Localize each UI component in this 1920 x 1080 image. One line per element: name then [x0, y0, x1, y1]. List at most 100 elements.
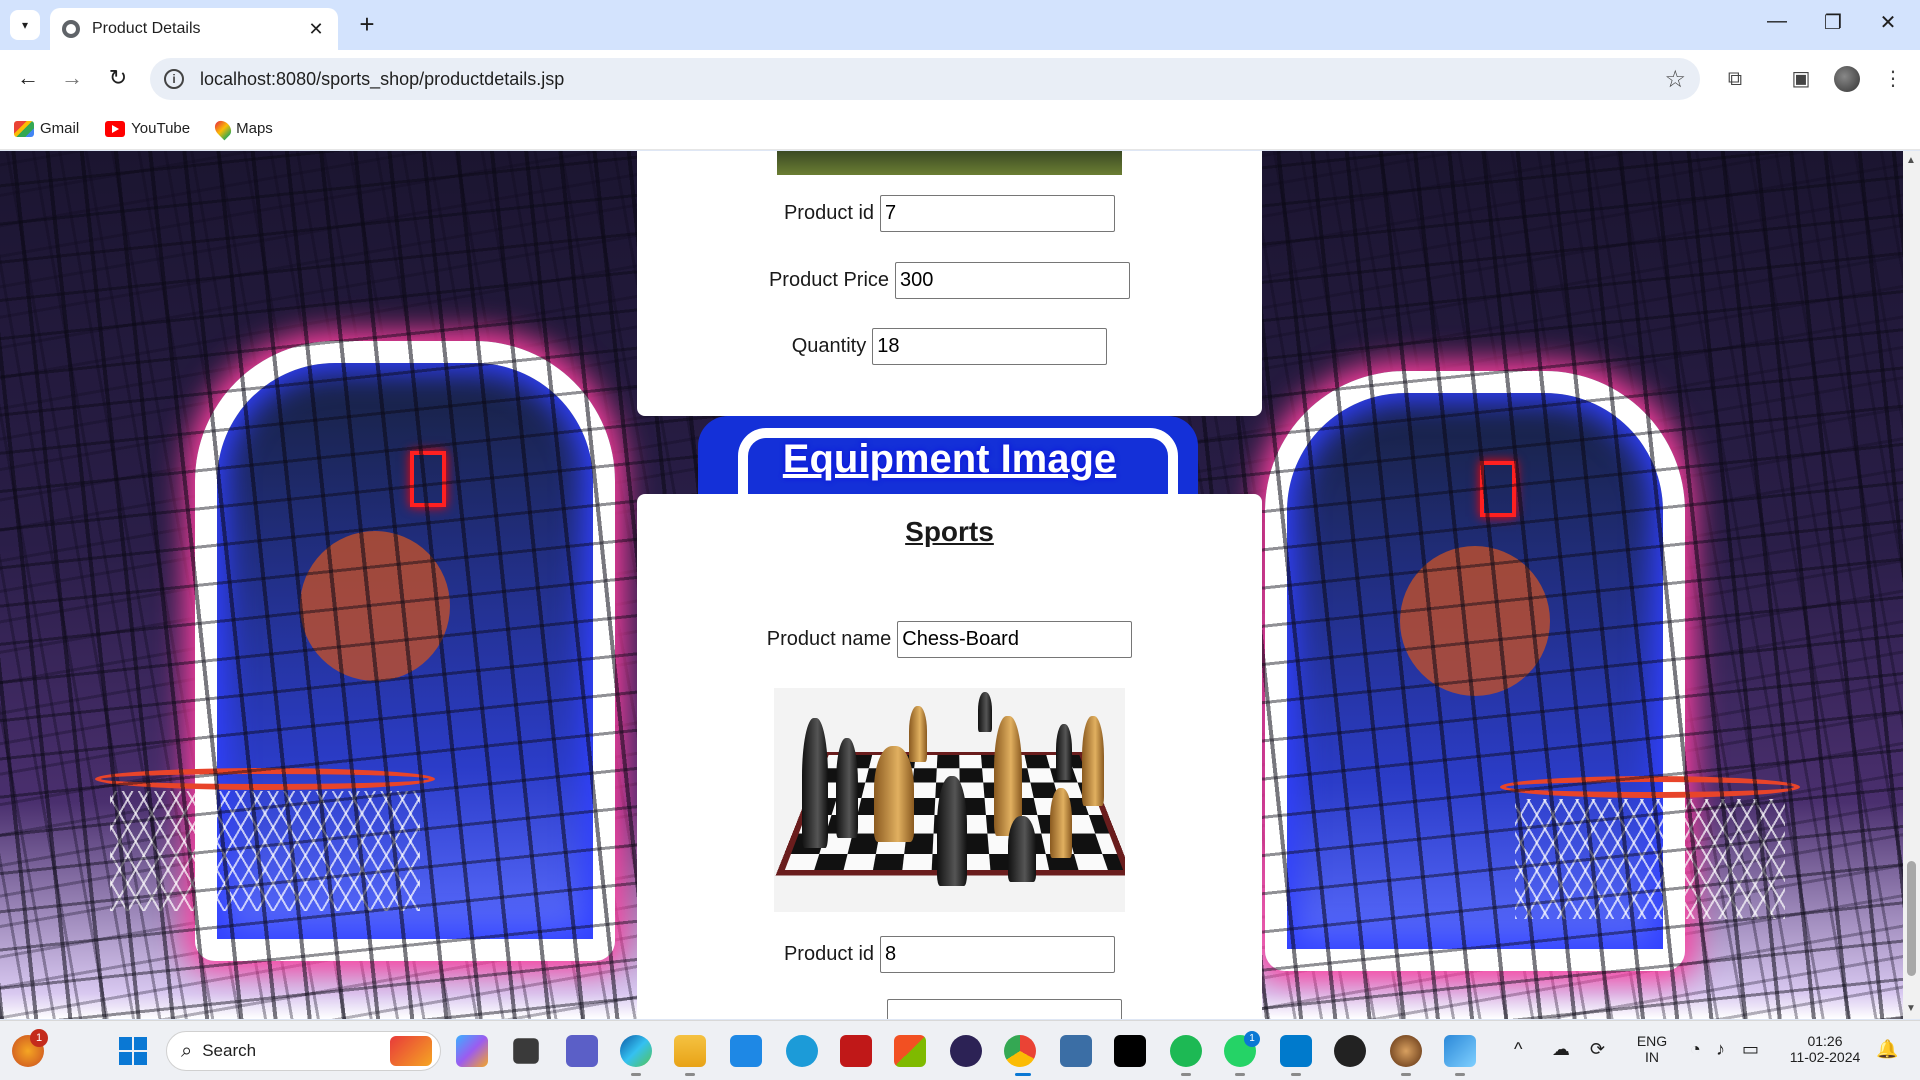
extensions-icon[interactable]: ⧉ [1720, 64, 1750, 94]
product-image-partial [777, 151, 1122, 175]
bookmark-maps[interactable]: Maps [211, 117, 273, 140]
address-bar[interactable]: i localhost:8080/sports_shop/productdeta… [150, 58, 1700, 100]
product-name-label: Product name [766, 628, 892, 650]
background-rim [95, 768, 435, 790]
quantity-row: Quantity [637, 328, 1262, 365]
running-indicator [1291, 1073, 1301, 1076]
background-net [110, 791, 420, 911]
product-id-input[interactable] [880, 195, 1116, 232]
product-price-input[interactable] [895, 262, 1131, 299]
clock[interactable]: 01:26 11-02-2024 [1780, 1033, 1870, 1065]
bookmark-youtube[interactable]: YouTube [105, 120, 190, 137]
vscode-icon[interactable] [1280, 1035, 1312, 1067]
region-code: IN [1645, 1049, 1659, 1065]
site-info-icon[interactable]: i [164, 69, 184, 89]
equipment-image-heading: Equipment Image [782, 437, 1117, 481]
quantity-input[interactable] [872, 328, 1108, 365]
background-ball-logo [300, 531, 450, 681]
spotify-icon[interactable] [1170, 1035, 1202, 1067]
bookmark-gmail[interactable]: Gmail [14, 120, 79, 137]
url-text[interactable]: localhost:8080/sports_shop/productdetail… [200, 69, 1664, 90]
eclipse-icon[interactable] [950, 1035, 982, 1067]
scroll-down-icon[interactable]: ▼ [1906, 1003, 1916, 1014]
running-indicator [631, 1073, 641, 1076]
scroll-thumb[interactable] [1907, 861, 1916, 976]
intellij-icon[interactable] [1114, 1035, 1146, 1067]
language-indicator[interactable]: ENG IN [1632, 1033, 1672, 1065]
battery-icon[interactable]: ▭ [1742, 1039, 1759, 1060]
product-name-row: Product name [637, 621, 1262, 658]
edge-icon[interactable] [620, 1035, 652, 1067]
bookmark-star-icon[interactable]: ☆ [1664, 65, 1686, 94]
running-indicator [685, 1073, 695, 1076]
running-indicator [1401, 1073, 1411, 1076]
game-icon[interactable] [1390, 1035, 1422, 1067]
show-hidden-icons-icon[interactable]: ^ [1514, 1039, 1522, 1060]
chess-piece [802, 718, 828, 848]
next-field-row [637, 999, 1262, 1019]
close-tab-icon[interactable]: ✕ [306, 19, 326, 40]
product-card-top: Product id Product Price Quantity [637, 151, 1262, 416]
chrome-icon[interactable] [1004, 1035, 1036, 1067]
menu-icon[interactable]: ⋮ [1878, 64, 1908, 94]
bookmark-label: YouTube [131, 120, 191, 137]
windows-taskbar: 1 ⌕ Search 1 ^ ☁ ⟳ ENG IN ◔ ♪ ▭ 01:26 11… [0, 1020, 1920, 1080]
clock-time: 01:26 [1807, 1033, 1843, 1049]
category-heading: Sports [905, 516, 994, 547]
onedrive-icon[interactable]: ☁ [1552, 1039, 1570, 1060]
profile-avatar[interactable] [1834, 66, 1860, 92]
quantity-label: Quantity [791, 335, 867, 357]
product-id-input[interactable] [880, 936, 1116, 973]
bookmark-label: Gmail [40, 120, 80, 137]
page-scrollbar[interactable]: ▲ ▼ [1903, 151, 1920, 1019]
bookmark-label: Maps [236, 120, 273, 137]
file-explorer-icon[interactable] [674, 1035, 706, 1067]
forward-button[interactable]: → [56, 62, 88, 94]
help-icon[interactable] [786, 1035, 818, 1067]
browser-toolbar: ← → ↻ i localhost:8080/sports_shop/produ… [0, 50, 1920, 108]
tab-title: Product Details [92, 20, 201, 37]
wifi-icon[interactable]: ◔ [1690, 1039, 1701, 1060]
back-button[interactable]: ← [12, 62, 44, 94]
task-view-icon[interactable] [513, 1038, 539, 1064]
partially-visible-input[interactable] [887, 999, 1122, 1019]
photos-icon[interactable] [1444, 1035, 1476, 1067]
sync-icon[interactable]: ⟳ [1590, 1039, 1605, 1060]
minimize-button[interactable]: — [1762, 10, 1792, 33]
store-icon[interactable] [894, 1035, 926, 1067]
netbeans-icon[interactable] [1060, 1035, 1092, 1067]
notification-bell-icon[interactable]: 🔔 [1876, 1039, 1898, 1060]
chess-piece [978, 692, 992, 732]
background-score-display [1480, 461, 1516, 517]
taskbar-search[interactable]: ⌕ Search [166, 1031, 441, 1071]
chess-piece [1082, 716, 1104, 806]
teams-icon[interactable] [566, 1035, 598, 1067]
globe-icon [62, 20, 80, 38]
side-panel-icon[interactable]: ▣ [1786, 64, 1816, 94]
close-window-button[interactable]: ✕ [1873, 10, 1903, 35]
running-indicator [1455, 1073, 1465, 1076]
scroll-up-icon[interactable]: ▲ [1906, 155, 1916, 166]
product-card-bottom: Sports Product name Product id [637, 494, 1262, 1019]
product-price-label: Product Price [768, 269, 890, 291]
product-id-label: Product id [783, 943, 875, 965]
restore-button[interactable]: ❐ [1818, 10, 1848, 35]
reload-button[interactable]: ↻ [102, 62, 134, 94]
chess-piece [909, 706, 927, 762]
clock-date: 11-02-2024 [1789, 1049, 1861, 1065]
product-price-row: Product Price [637, 262, 1262, 299]
copilot-icon[interactable] [456, 1035, 488, 1067]
start-windows-icon[interactable] [119, 1037, 147, 1065]
tab-search-button[interactable]: ▾ [10, 10, 40, 40]
myhp-icon[interactable] [730, 1035, 762, 1067]
chess-board-image [774, 688, 1125, 912]
new-tab-button[interactable]: + [352, 10, 382, 40]
mcafee-icon[interactable] [840, 1035, 872, 1067]
language-code: ENG [1636, 1033, 1668, 1049]
search-highlight-icon [390, 1036, 432, 1066]
volume-icon[interactable]: ♪ [1716, 1039, 1725, 1060]
media-player-icon[interactable] [1334, 1035, 1366, 1067]
active-tab[interactable]: Product Details ✕ [50, 8, 338, 50]
bookmarks-bar: Gmail YouTube Maps [0, 108, 1920, 150]
product-name-input[interactable] [897, 621, 1133, 658]
